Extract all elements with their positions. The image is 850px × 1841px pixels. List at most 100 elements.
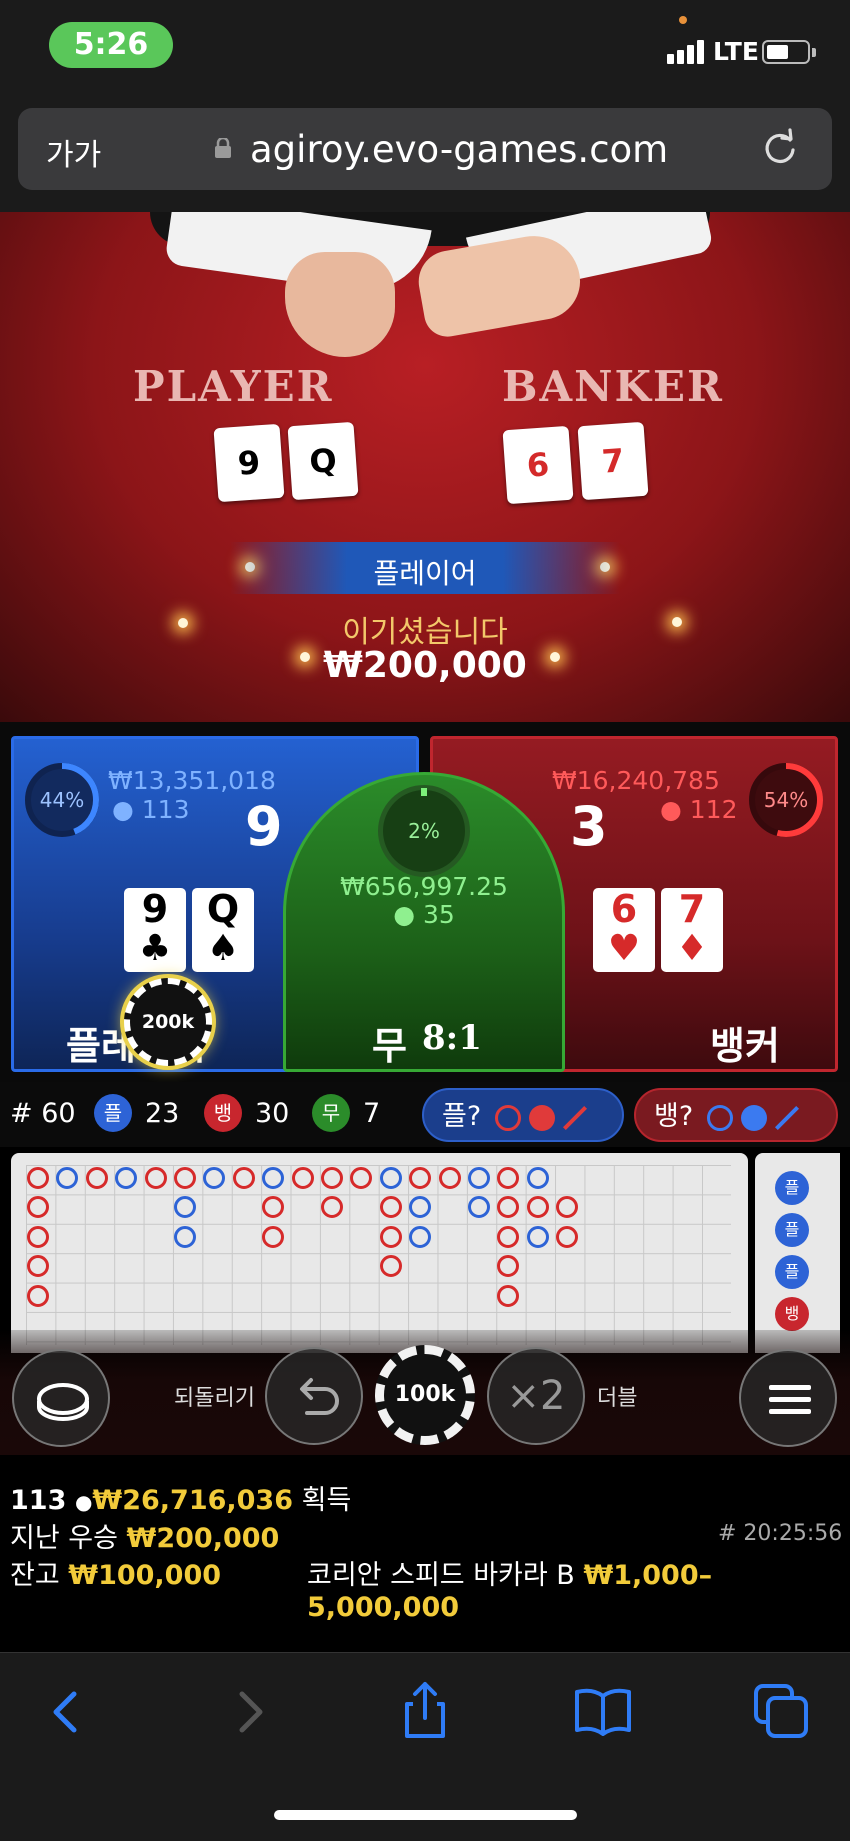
tie-label: 무 bbox=[372, 1024, 407, 1068]
road-mark bbox=[27, 1167, 49, 1189]
tie-odds: 8:1 bbox=[422, 1018, 482, 1058]
road-mark bbox=[556, 1225, 579, 1248]
player-bettors: ● 113 bbox=[112, 795, 190, 824]
road-mark bbox=[144, 1167, 167, 1189]
table-card: 9 bbox=[213, 423, 285, 503]
road-mark bbox=[526, 1225, 549, 1248]
total-won: ₩26,716,036 bbox=[92, 1485, 294, 1516]
road-mark bbox=[468, 1167, 490, 1189]
bookmarks-icon[interactable] bbox=[573, 1682, 633, 1742]
home-indicator[interactable] bbox=[274, 1810, 577, 1820]
reader-mode-button[interactable]: 가가 bbox=[46, 130, 101, 174]
lock-icon bbox=[215, 138, 231, 158]
banker-wins-badge: 뱅 bbox=[204, 1094, 242, 1132]
table-card: 6 bbox=[502, 425, 574, 505]
person-icon: ● bbox=[112, 795, 134, 824]
lobby-button[interactable] bbox=[12, 1349, 110, 1447]
player-wins-count: 23 bbox=[145, 1098, 180, 1129]
road-mark bbox=[379, 1255, 402, 1278]
status-time: 5:26 bbox=[49, 22, 173, 68]
banker-card-1: 6 ♥ bbox=[593, 888, 655, 972]
banker-score: 3 bbox=[570, 795, 608, 858]
network-type: LTE bbox=[713, 37, 759, 66]
big-road-scoreboard[interactable] bbox=[11, 1153, 748, 1353]
hamburger-icon bbox=[769, 1385, 811, 1414]
banker-bettors: ● 112 bbox=[660, 795, 738, 824]
road-mark bbox=[85, 1167, 108, 1189]
person-icon: ● bbox=[74, 1490, 93, 1514]
banker-total-bet: ₩16,240,785 bbox=[552, 766, 720, 795]
double-label: 더블 bbox=[597, 1386, 638, 1411]
banker-label: 뱅커 bbox=[710, 1024, 780, 1068]
share-icon[interactable] bbox=[395, 1680, 455, 1740]
road-mark bbox=[526, 1167, 549, 1189]
undo-button[interactable] bbox=[265, 1347, 363, 1445]
win-amount: ₩200,000 bbox=[323, 645, 527, 686]
road-mark bbox=[409, 1225, 432, 1248]
cellular-signal-icon bbox=[667, 40, 707, 64]
round-count: # 60 bbox=[10, 1098, 76, 1129]
forward-icon[interactable] bbox=[218, 1682, 278, 1742]
player-prediction-button[interactable]: 플? bbox=[422, 1088, 624, 1142]
tie-wins-count: 7 bbox=[363, 1098, 381, 1129]
player-wins-badge: 플 bbox=[94, 1094, 132, 1132]
player-card-2: Q ♠ bbox=[192, 888, 254, 972]
banker-card-2: 7 ♦ bbox=[661, 888, 723, 972]
undo-label: 되돌리기 bbox=[174, 1386, 255, 1411]
road-mark bbox=[232, 1167, 255, 1189]
dealer-hand-left bbox=[285, 252, 395, 357]
bead-mark: 플 bbox=[775, 1255, 809, 1289]
bead-mark: 플 bbox=[775, 1171, 809, 1205]
bead-mark: 뱅 bbox=[775, 1297, 809, 1331]
road-mark bbox=[27, 1225, 49, 1248]
banker-prediction-button[interactable]: 뱅? bbox=[634, 1088, 838, 1142]
road-mark bbox=[321, 1167, 343, 1189]
table-player-label: PLAYER bbox=[133, 362, 334, 411]
last-win-line: 지난 우승 ₩200,000 bbox=[10, 1523, 280, 1554]
battery-icon bbox=[762, 40, 810, 64]
bead-road-scoreboard[interactable]: 플 플 플 뱅 bbox=[755, 1153, 840, 1353]
tie-percentage: 2% bbox=[408, 819, 440, 843]
url-text[interactable]: agiroy.evo-games.com bbox=[250, 128, 668, 171]
roadmap-grid bbox=[26, 1165, 731, 1345]
table-card: 7 bbox=[577, 421, 649, 501]
road-mark bbox=[291, 1167, 314, 1189]
person-icon: ● bbox=[660, 795, 682, 824]
table-icon bbox=[37, 1383, 89, 1421]
table-banker-label: BANKER bbox=[502, 362, 724, 411]
road-mark bbox=[379, 1225, 402, 1248]
last-win-amount: ₩200,000 bbox=[126, 1523, 280, 1554]
balance-amount: ₩100,000 bbox=[68, 1560, 222, 1591]
road-mark bbox=[262, 1225, 285, 1248]
tabs-icon[interactable] bbox=[752, 1682, 812, 1742]
winner-label: 플레이어 bbox=[373, 557, 477, 590]
banker-bettor-count: 112 bbox=[689, 795, 738, 824]
winners-line: 113 ●₩26,716,036 획득 bbox=[10, 1485, 352, 1516]
player-card-1: 9 ♣ bbox=[124, 888, 186, 972]
road-mark bbox=[174, 1225, 196, 1248]
tie-bettors: ● 35 bbox=[283, 900, 565, 929]
tie-wins-badge: 무 bbox=[312, 1094, 350, 1132]
menu-button[interactable] bbox=[739, 1349, 837, 1447]
placed-chip: 200k bbox=[124, 978, 212, 1066]
player-total-bet: ₩13,351,018 bbox=[108, 766, 276, 795]
road-mark bbox=[27, 1284, 49, 1307]
balance-line: 잔고 ₩100,000 bbox=[10, 1560, 222, 1591]
bead-mark: 플 bbox=[775, 1213, 809, 1247]
road-mark bbox=[379, 1167, 402, 1189]
banker-wins-count: 30 bbox=[255, 1098, 290, 1129]
reload-icon[interactable] bbox=[760, 128, 800, 168]
undo-icon bbox=[300, 1378, 339, 1415]
person-icon: ● bbox=[393, 900, 416, 929]
selected-chip[interactable]: 100k bbox=[375, 1345, 475, 1445]
privacy-indicator-dot bbox=[679, 16, 687, 24]
road-mark bbox=[497, 1284, 520, 1307]
game-round-id: # 20:25:56 bbox=[718, 1521, 843, 1546]
banker-percentage: 54% bbox=[763, 788, 809, 812]
double-button[interactable]: ×2 bbox=[487, 1347, 585, 1445]
road-mark bbox=[438, 1167, 461, 1189]
road-mark bbox=[174, 1167, 196, 1189]
back-icon[interactable] bbox=[38, 1682, 98, 1742]
table-card: Q bbox=[287, 421, 359, 501]
table-name: 코리안 스피드 바카라 B bbox=[307, 1560, 575, 1591]
